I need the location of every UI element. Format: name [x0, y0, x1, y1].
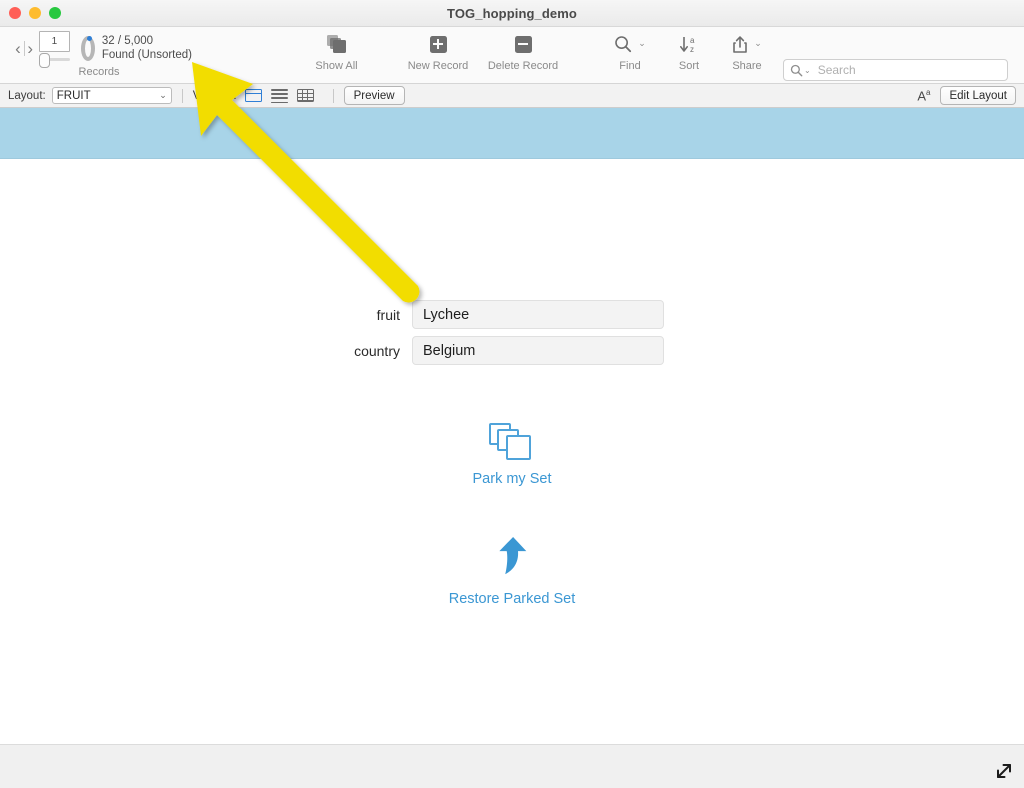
field-row-fruit: fruit Lychee	[0, 300, 1024, 329]
share-label: Share	[732, 60, 762, 72]
edit-layout-button[interactable]: Edit Layout	[940, 86, 1016, 105]
found-count-ratio: 32 / 5,000	[101, 35, 154, 47]
sort-label: Sort	[678, 60, 700, 72]
next-record-button[interactable]: ›	[26, 35, 34, 61]
layout-select[interactable]: FRUIT ⌄	[51, 87, 172, 104]
record-form: fruit Lychee country Belgium	[0, 300, 1024, 372]
stack-icon	[326, 34, 347, 54]
found-count-status: Found (Unsorted)	[101, 49, 192, 61]
new-record-button[interactable]: New Record	[394, 31, 482, 72]
field-input-fruit[interactable]: Lychee	[412, 300, 664, 329]
current-record-number-input[interactable]: 1	[39, 31, 70, 52]
share-chevron-down-icon[interactable]: ⌄	[754, 38, 762, 49]
field-label-country: country	[354, 342, 400, 359]
find-chevron-down-icon[interactable]: ⌄	[638, 38, 646, 49]
layout-content-area: fruit Lychee country Belgium Park my Set…	[0, 108, 1024, 748]
restore-parked-set-label: Restore Parked Set	[448, 591, 576, 607]
record-slider[interactable]	[39, 53, 70, 68]
font-size-icon[interactable]: Aa	[917, 88, 930, 103]
delete-record-button[interactable]: Delete Record	[475, 31, 571, 72]
found-count-text: 32 / 5,000 Found (Unsorted)	[102, 34, 192, 62]
window-title: TOG_hopping_demo	[447, 5, 577, 21]
park-my-set-button[interactable]: Park my Set	[0, 423, 1024, 487]
restore-parked-set-button[interactable]: Restore Parked Set	[0, 532, 1024, 607]
table-view-icon[interactable]	[296, 89, 314, 102]
search-icon	[790, 64, 803, 76]
chevron-down-icon: ⌄	[159, 90, 167, 100]
window-footer-bar	[0, 744, 1024, 788]
field-label-fruit: fruit	[376, 306, 400, 323]
view-as-label: View As:	[192, 89, 237, 102]
layout-bar-divider	[181, 88, 183, 103]
search-input[interactable]	[815, 62, 1001, 78]
magnifier-icon	[615, 36, 632, 53]
layout-label: Layout:	[8, 89, 46, 102]
share-icon-wrap: ⌄	[712, 31, 782, 57]
layout-bar-right-group: Aa Edit Layout	[917, 86, 1016, 105]
sort-az-icon: a z	[679, 36, 695, 54]
stacked-windows-icon	[489, 423, 535, 463]
plus-square-icon	[429, 35, 447, 53]
find-label: Find	[619, 60, 641, 72]
layout-bar: Layout: FRUIT ⌄ View As: Preview Aa Edit…	[0, 84, 1024, 108]
new-record-icon-wrap	[394, 31, 482, 57]
search-field[interactable]: ⌄	[783, 59, 1008, 81]
preview-button[interactable]: Preview	[343, 86, 405, 105]
layout-header-band	[0, 108, 1024, 159]
resize-grip-icon[interactable]	[993, 760, 1015, 782]
search-chevron-down-icon[interactable]: ⌄	[804, 66, 811, 75]
layout-bar-divider-2	[332, 88, 334, 103]
svg-text:z: z	[690, 45, 694, 54]
share-icon	[733, 35, 748, 53]
window-title-bar: TOG_hopping_demo	[0, 0, 1024, 27]
record-slider-thumb[interactable]	[39, 53, 51, 68]
curved-arrow-up-left-icon	[499, 536, 527, 575]
park-my-set-label: Park my Set	[472, 471, 552, 487]
share-button[interactable]: ⌄ Share	[712, 31, 782, 72]
delete-record-label: Delete Record	[487, 60, 559, 72]
previous-record-button[interactable]: ‹	[14, 35, 22, 61]
form-view-icon[interactable]	[244, 89, 262, 102]
svg-text:a: a	[690, 36, 695, 45]
layout-select-value: FRUIT	[56, 89, 91, 102]
records-navigation-cluster: ‹ › 1 32 / 5,000 Found (Unsorted) Record…	[14, 31, 192, 78]
found-set-pie-indicator[interactable]	[80, 35, 95, 61]
minus-square-icon	[514, 35, 532, 53]
new-record-label: New Record	[407, 60, 469, 72]
field-row-country: country Belgium	[0, 336, 1024, 365]
pie-indicator-marker	[86, 35, 92, 41]
record-index-control: 1	[39, 31, 70, 68]
show-all-label: Show All	[315, 60, 358, 72]
list-view-icon[interactable]	[270, 89, 288, 104]
records-group-label: Records	[78, 66, 120, 78]
delete-record-icon-wrap	[475, 31, 571, 57]
field-input-country[interactable]: Belgium	[412, 336, 664, 365]
main-toolbar: ‹ › 1 32 / 5,000 Found (Unsorted) Record…	[0, 27, 1024, 84]
show-all-icon-wrap	[299, 31, 374, 57]
show-all-button[interactable]: Show All	[299, 31, 374, 72]
